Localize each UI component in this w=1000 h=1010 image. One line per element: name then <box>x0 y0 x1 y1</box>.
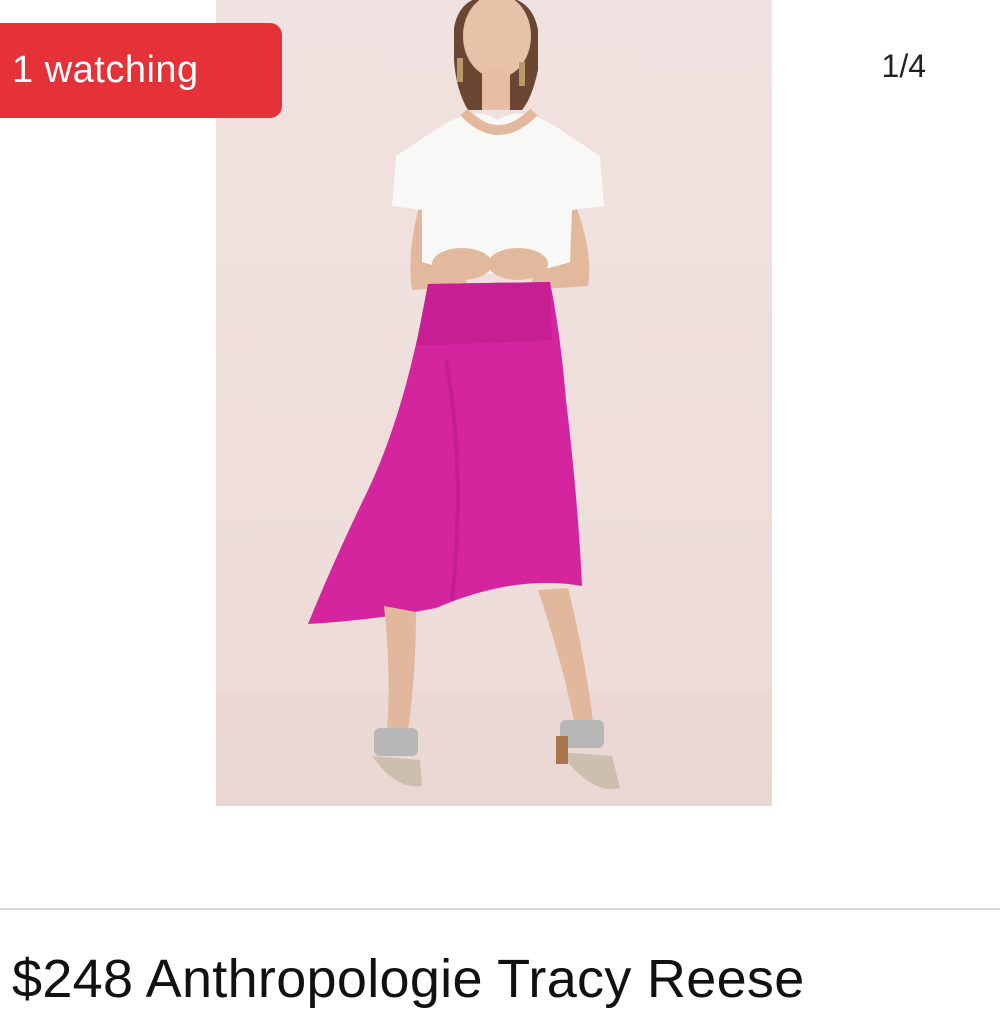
watching-badge: 1 watching <box>0 23 282 118</box>
image-gallery[interactable]: 1 watching 1/4 <box>0 0 1000 908</box>
divider <box>0 908 1000 910</box>
listing-title: $248 Anthropologie Tracy Reese <box>12 949 805 1009</box>
product-photo[interactable] <box>216 0 772 806</box>
product-photo-icon <box>216 0 772 806</box>
image-page-counter: 1/4 <box>881 48 926 84</box>
